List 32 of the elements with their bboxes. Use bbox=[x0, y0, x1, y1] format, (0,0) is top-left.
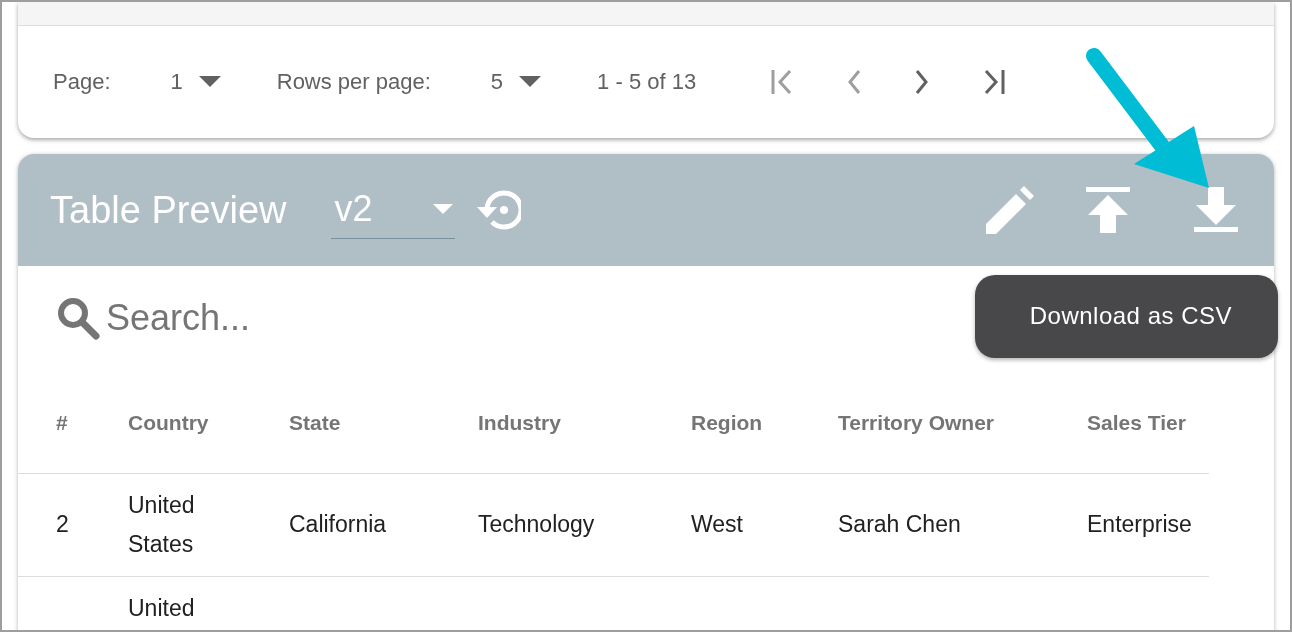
table-cell-text: Enterprise bbox=[1087, 510, 1192, 539]
page-select[interactable]: 1 bbox=[170, 69, 221, 95]
chevron-left-icon bbox=[846, 69, 863, 95]
download-icon[interactable] bbox=[1194, 187, 1238, 233]
upload-icon[interactable] bbox=[1086, 187, 1130, 233]
page-range: 1 - 5 of 13 bbox=[597, 69, 697, 95]
column-header[interactable]: Territory Owner bbox=[800, 373, 1049, 473]
chevron-right-icon bbox=[914, 69, 931, 95]
caret-icon bbox=[198, 76, 221, 88]
column-header[interactable]: State bbox=[251, 373, 440, 473]
table-cell-text: 2 bbox=[56, 510, 69, 539]
rows-per-page-label: Rows per page: bbox=[276, 69, 431, 95]
column-header[interactable]: Country bbox=[90, 373, 251, 473]
card-title: Table Preview bbox=[50, 188, 287, 232]
table-cell-text: West bbox=[691, 510, 743, 539]
search-icon bbox=[56, 296, 100, 340]
caret-icon bbox=[519, 76, 542, 88]
page-label: Page: bbox=[53, 69, 111, 95]
column-header[interactable]: Region bbox=[653, 373, 800, 473]
table-cell-text: Technology bbox=[478, 510, 595, 539]
tooltip: Download as CSV bbox=[974, 275, 1278, 358]
table-cell-text: California bbox=[289, 510, 387, 539]
edit-icon[interactable] bbox=[984, 186, 1034, 234]
last-page-icon bbox=[982, 69, 1007, 95]
table-cell-text: Sarah Chen bbox=[838, 510, 961, 539]
column-header[interactable]: # bbox=[18, 373, 90, 473]
table-cell-text: United States bbox=[128, 490, 196, 559]
table-cell: United bbox=[128, 594, 195, 621]
rows-per-page-select[interactable]: 5 bbox=[490, 69, 542, 95]
caret-icon bbox=[432, 203, 453, 214]
column-header[interactable]: Sales Tier bbox=[1049, 373, 1209, 473]
column-header[interactable]: Industry bbox=[440, 373, 653, 473]
